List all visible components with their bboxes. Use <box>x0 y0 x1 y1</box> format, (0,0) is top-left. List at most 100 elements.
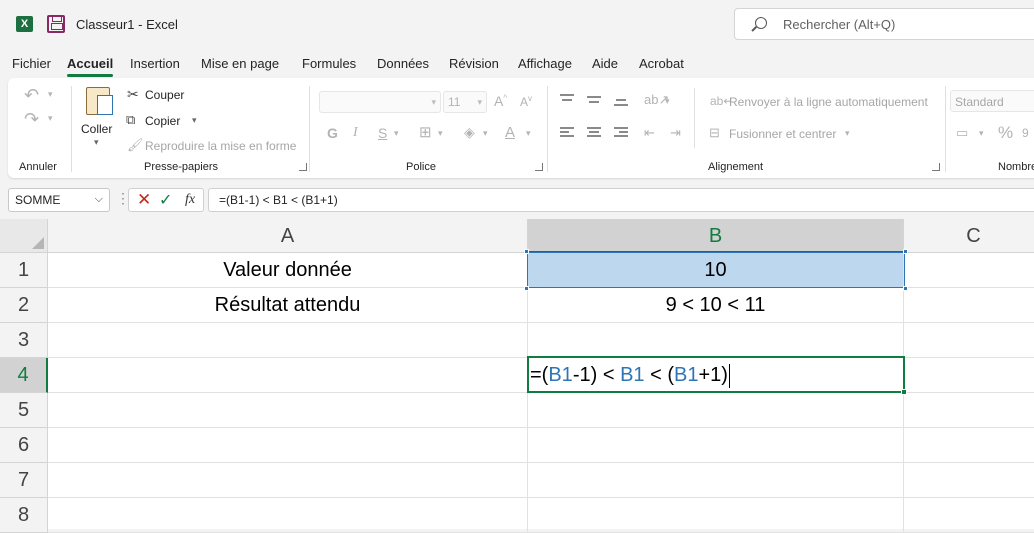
insert-function-icon[interactable]: fx <box>185 192 195 208</box>
column-header-b[interactable]: B <box>528 219 904 253</box>
alignment-launcher-icon[interactable] <box>932 163 940 171</box>
cell-a7[interactable] <box>48 463 528 498</box>
select-all-button[interactable] <box>0 219 48 253</box>
fill-color-dropdown-icon[interactable]: ▾ <box>483 129 488 138</box>
format-painter-button[interactable]: Reproduire la mise en forme <box>145 139 296 153</box>
bold-icon[interactable]: G <box>327 126 338 140</box>
merge-center-icon[interactable]: ⊟ <box>709 126 720 139</box>
cancel-icon[interactable]: ✕ <box>137 190 151 210</box>
align-right-icon[interactable] <box>614 127 628 139</box>
align-left-icon[interactable] <box>560 127 574 139</box>
underline-dropdown-icon[interactable]: ▾ <box>394 129 399 138</box>
copy-dropdown-icon[interactable]: ▾ <box>192 116 197 125</box>
cell-b6[interactable] <box>528 428 904 463</box>
tab-accueil[interactable]: Accueil <box>67 56 114 77</box>
merge-center-button[interactable]: Fusionner et centrer <box>729 127 836 141</box>
save-icon[interactable] <box>47 15 65 33</box>
tab-aide[interactable]: Aide <box>592 56 618 71</box>
accounting-format-icon[interactable]: ▭ <box>956 126 968 139</box>
wrap-text-button[interactable]: Renvoyer à la ligne automatiquement <box>729 95 928 109</box>
row-header-4[interactable]: 4 <box>0 358 48 393</box>
row-header-1[interactable]: 1 <box>0 253 48 288</box>
tab-formules[interactable]: Formules <box>302 56 356 71</box>
formula-input[interactable]: =(B1-1) < B1 < (B1+1) <box>208 188 1034 212</box>
undo-icon[interactable]: ↶ <box>24 86 39 104</box>
redo-icon[interactable]: ↷ <box>24 110 39 128</box>
align-bottom-icon[interactable] <box>614 94 628 106</box>
clipboard-launcher-icon[interactable] <box>299 163 307 171</box>
paste-label[interactable]: Coller <box>81 122 112 136</box>
tab-affichage[interactable]: Affichage <box>518 56 572 71</box>
cell-c6[interactable] <box>904 428 1034 463</box>
underline-icon[interactable]: S <box>378 126 387 140</box>
font-size-select[interactable]: 11 ▾ <box>443 91 487 113</box>
chevron-down-icon[interactable]: ⌵ <box>95 193 103 206</box>
column-header-c[interactable]: C <box>904 219 1034 253</box>
increase-font-icon[interactable]: A^ <box>494 94 507 108</box>
cell-c2[interactable] <box>904 288 1034 323</box>
enter-check-icon[interactable]: ✓ <box>159 190 172 210</box>
row-header-3[interactable]: 3 <box>0 323 48 358</box>
font-name-select[interactable]: ▾ <box>319 91 441 113</box>
cell-b2[interactable]: 9 < 10 < 11 <box>528 288 904 323</box>
cell-a3[interactable] <box>48 323 528 358</box>
cut-icon[interactable]: ✂ <box>127 87 139 101</box>
decrease-font-icon[interactable]: Av <box>520 95 532 109</box>
increase-indent-icon[interactable]: ⇥ <box>670 126 681 139</box>
copy-icon[interactable]: ⧉ <box>126 113 135 126</box>
paste-dropdown-icon[interactable]: ▾ <box>94 138 99 147</box>
copy-button[interactable]: Copier <box>145 114 180 128</box>
comma-style-icon[interactable]: 9 <box>1022 127 1029 139</box>
redo-dropdown-icon[interactable]: ▾ <box>48 114 53 123</box>
cell-c7[interactable] <box>904 463 1034 498</box>
cell-c1[interactable] <box>904 253 1034 288</box>
tab-mise-en-page[interactable]: Mise en page <box>201 56 279 71</box>
tab-fichier[interactable]: Fichier <box>12 56 51 71</box>
cell-a4[interactable] <box>48 358 528 393</box>
cell-a6[interactable] <box>48 428 528 463</box>
search-box[interactable]: Rechercher (Alt+Q) <box>734 8 1034 40</box>
row-header-2[interactable]: 2 <box>0 288 48 323</box>
fill-color-icon[interactable]: ◈ <box>464 125 475 139</box>
orientation-dropdown-icon[interactable]: ▾ <box>665 97 670 106</box>
italic-icon[interactable]: I <box>353 126 358 140</box>
name-box[interactable]: SOMME ⌵ <box>8 188 110 212</box>
cell-b4-editor[interactable]: =(B1-1) < B1 < (B1+1) <box>530 358 730 393</box>
row-header-5[interactable]: 5 <box>0 393 48 428</box>
merge-dropdown-icon[interactable]: ▾ <box>845 129 850 138</box>
tab-acrobat[interactable]: Acrobat <box>639 56 684 71</box>
font-color-dropdown-icon[interactable]: ▾ <box>526 129 531 138</box>
cut-button[interactable]: Couper <box>145 88 184 102</box>
align-middle-icon[interactable] <box>587 94 601 106</box>
number-format-select[interactable]: Standard <box>950 90 1034 112</box>
fill-handle[interactable] <box>901 389 907 395</box>
row-header-8[interactable]: 8 <box>0 498 48 533</box>
tab-donnees[interactable]: Données <box>377 56 429 71</box>
tab-insertion[interactable]: Insertion <box>130 56 180 71</box>
borders-dropdown-icon[interactable]: ▾ <box>438 129 443 138</box>
cell-b7[interactable] <box>528 463 904 498</box>
cell-b1[interactable]: 10 <box>528 253 904 288</box>
format-painter-icon[interactable]: 🖌 <box>127 138 144 151</box>
cell-a2[interactable]: Résultat attendu <box>48 288 528 323</box>
cell-c5[interactable] <box>904 393 1034 428</box>
cell-b5[interactable] <box>528 393 904 428</box>
cell-a8[interactable] <box>48 498 528 533</box>
align-center-icon[interactable] <box>587 127 601 139</box>
cell-a5[interactable] <box>48 393 528 428</box>
cell-a1[interactable]: Valeur donnée <box>48 253 528 288</box>
cell-c8[interactable] <box>904 498 1034 533</box>
font-color-icon[interactable]: A <box>505 125 515 140</box>
active-cell-b4[interactable]: =(B1-1) < B1 < (B1+1) <box>527 356 907 395</box>
column-header-a[interactable]: A <box>48 219 528 253</box>
font-launcher-icon[interactable] <box>535 163 543 171</box>
accounting-dropdown-icon[interactable]: ▾ <box>979 129 984 138</box>
borders-icon[interactable]: ⊞ <box>419 125 432 140</box>
percent-style-icon[interactable]: % <box>998 124 1013 141</box>
tab-revision[interactable]: Révision <box>449 56 499 71</box>
decrease-indent-icon[interactable]: ⇤ <box>644 126 655 139</box>
align-top-icon[interactable] <box>560 94 574 106</box>
undo-dropdown-icon[interactable]: ▾ <box>48 90 53 99</box>
cell-b8[interactable] <box>528 498 904 533</box>
row-header-6[interactable]: 6 <box>0 428 48 463</box>
